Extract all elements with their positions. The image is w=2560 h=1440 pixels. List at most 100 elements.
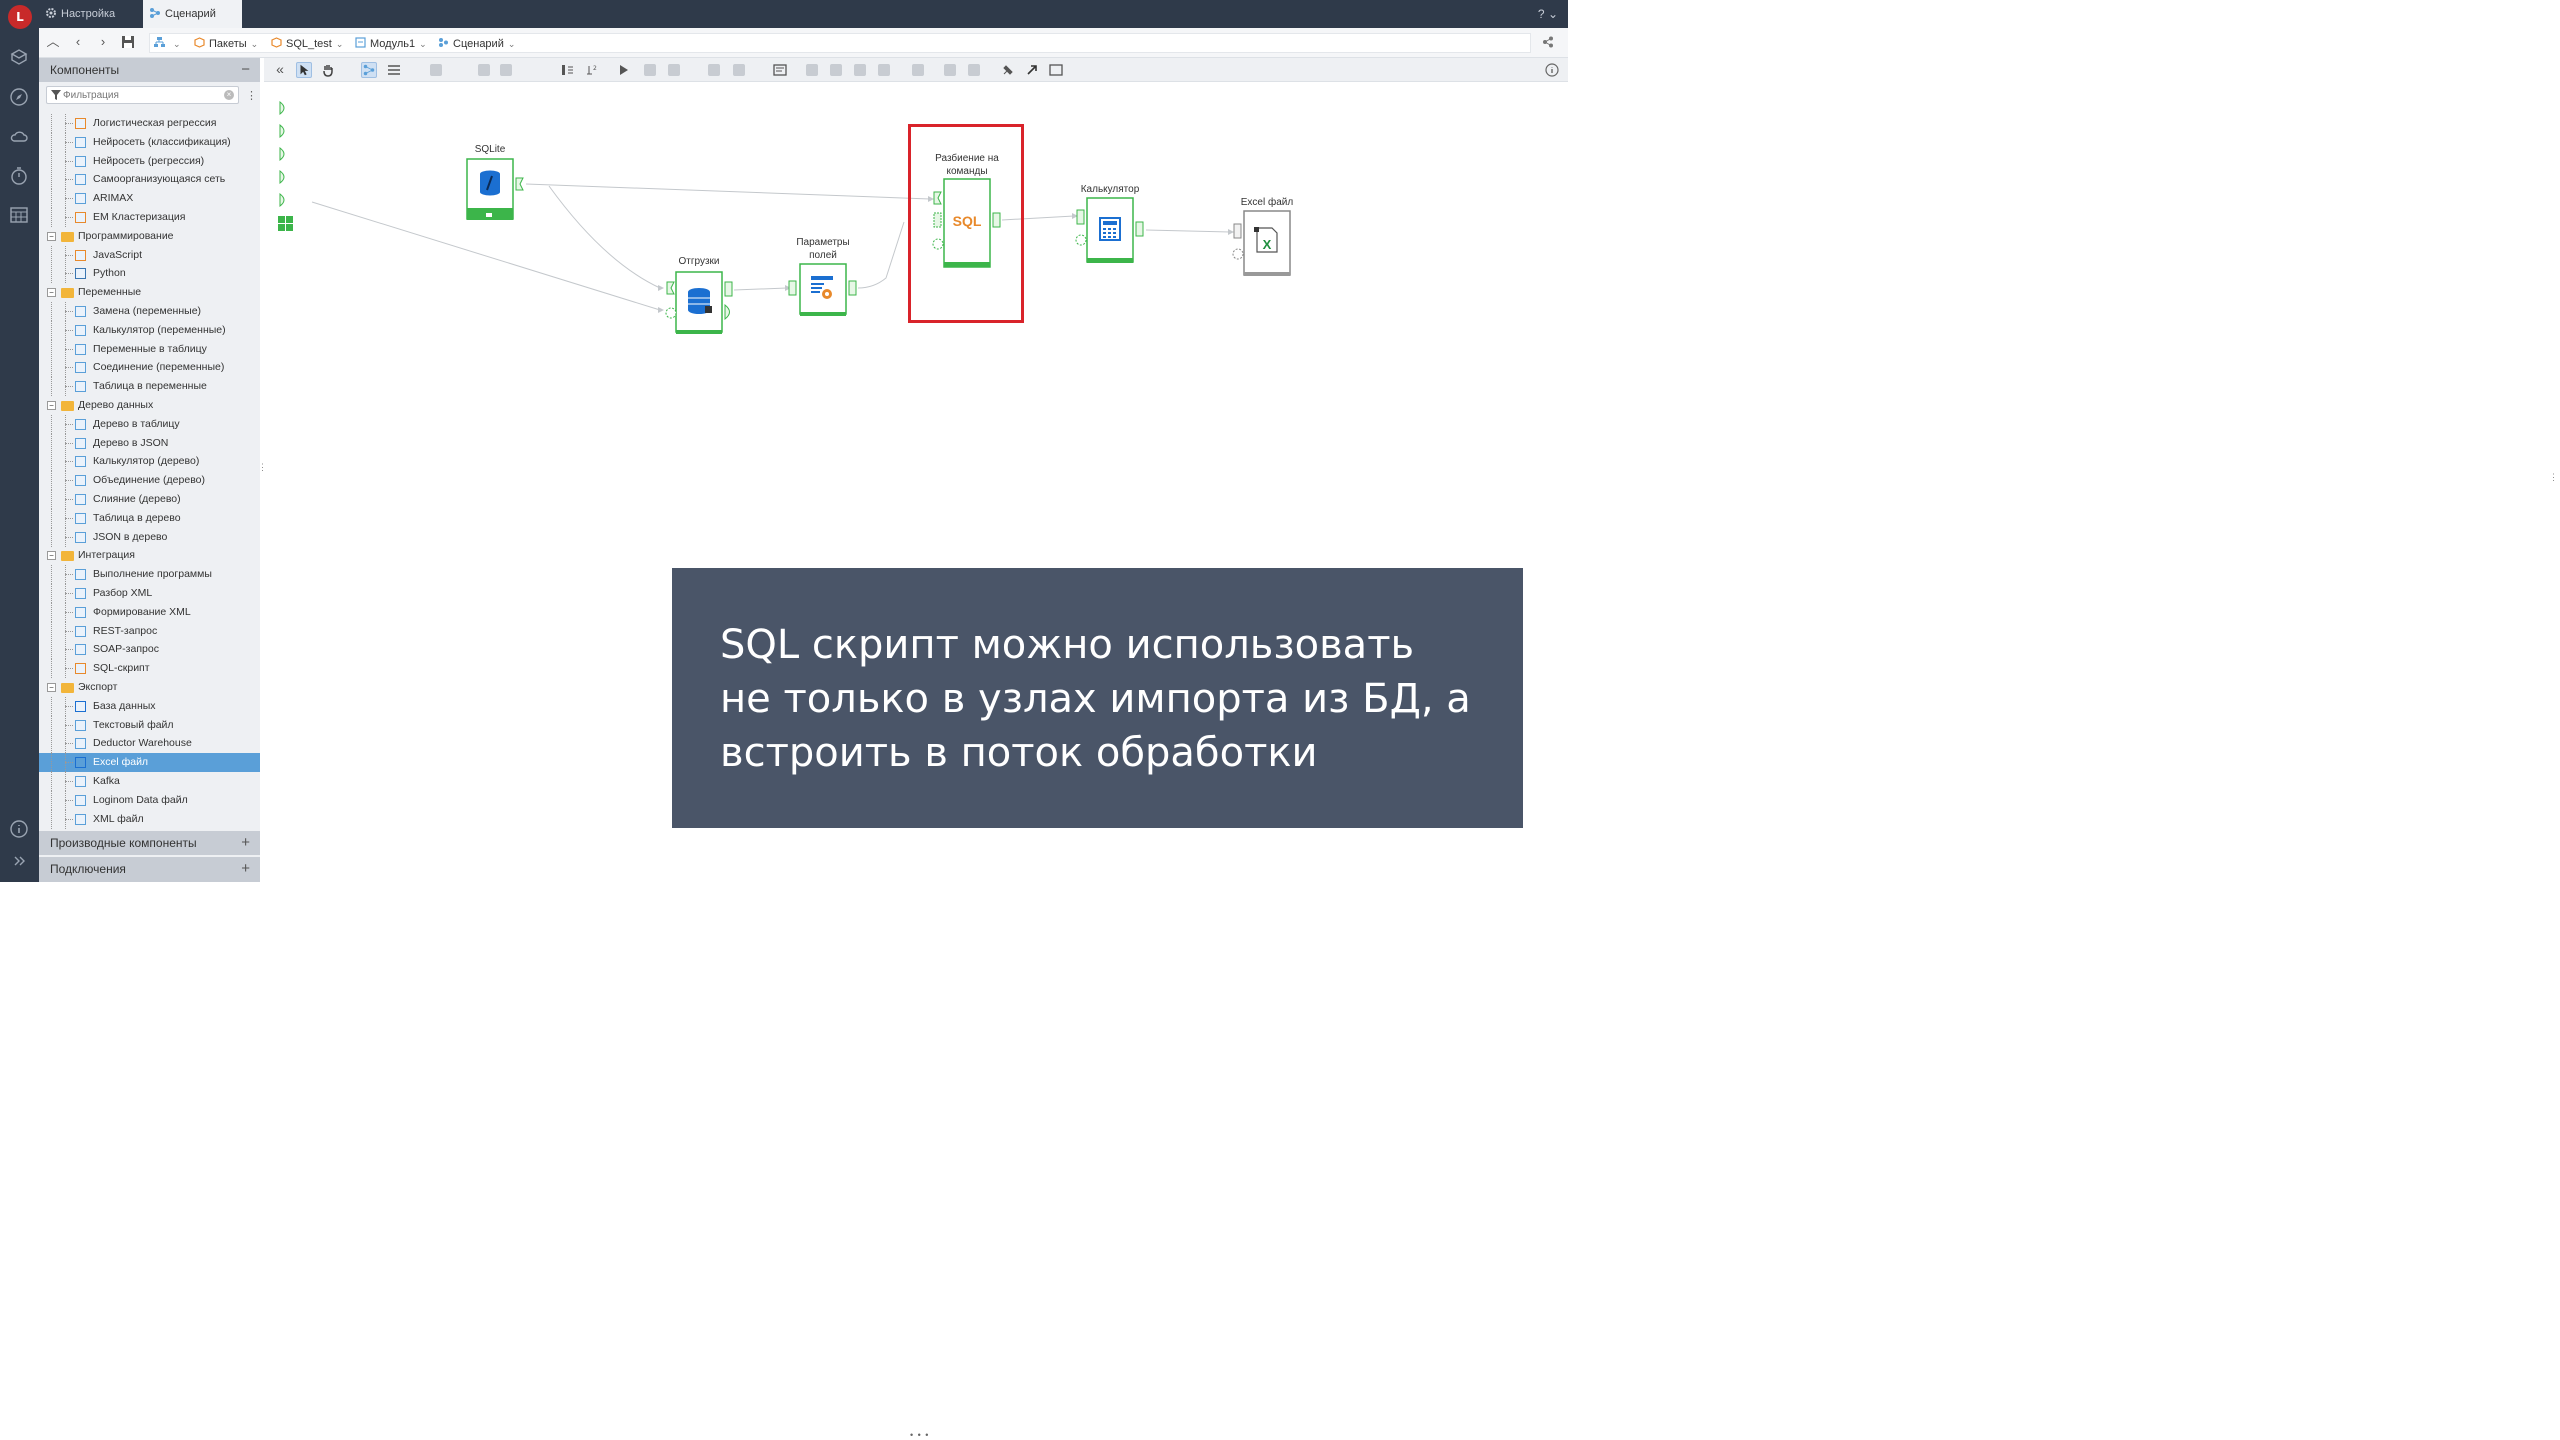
logo[interactable]: L bbox=[8, 5, 32, 29]
pin-icon[interactable] bbox=[1000, 62, 1016, 78]
tree-item[interactable]: Переменные в таблицу bbox=[39, 339, 260, 359]
compass-icon[interactable] bbox=[8, 86, 30, 108]
input-port[interactable] bbox=[788, 280, 797, 296]
tree-item[interactable]: Дерево в таблицу bbox=[39, 414, 260, 434]
components-header[interactable]: Компоненты − bbox=[39, 58, 260, 82]
more-options-icon[interactable]: ⋮ bbox=[246, 89, 257, 102]
tree-folder[interactable]: − Экспорт bbox=[39, 678, 260, 697]
connections-header[interactable]: Подключения + bbox=[39, 857, 260, 882]
settings-icon[interactable] bbox=[708, 64, 720, 76]
list-view-icon[interactable] bbox=[386, 62, 402, 78]
output-port[interactable] bbox=[515, 177, 524, 191]
step-icon[interactable] bbox=[668, 64, 680, 76]
expand-icon[interactable] bbox=[8, 850, 30, 872]
timer-icon[interactable] bbox=[8, 165, 30, 187]
tree-item[interactable]: Соединение (переменные) bbox=[39, 358, 260, 378]
collapse-toggle-icon[interactable]: − bbox=[47, 231, 56, 241]
expand-plus-icon[interactable]: + bbox=[241, 831, 250, 855]
derived-components-header[interactable]: Производные компоненты + bbox=[39, 831, 260, 855]
group-icon[interactable] bbox=[500, 64, 512, 76]
collapse-toggle-icon[interactable]: − bbox=[47, 288, 56, 298]
collapse-toggle-icon[interactable]: − bbox=[47, 401, 56, 410]
forward-icon[interactable]: › bbox=[94, 33, 112, 51]
stop-icon[interactable] bbox=[644, 64, 656, 76]
node-sqlite[interactable]: SQLite bbox=[466, 144, 524, 220]
tree-item[interactable]: Kafka bbox=[39, 772, 260, 791]
note-icon[interactable] bbox=[772, 62, 788, 78]
tree-item[interactable]: Логистическая регрессия bbox=[39, 114, 260, 133]
unlink-icon[interactable] bbox=[968, 64, 980, 76]
node-shipments[interactable]: Отгрузки bbox=[665, 256, 733, 334]
sort-icon[interactable]: 2 bbox=[584, 62, 600, 78]
output-port[interactable] bbox=[848, 280, 857, 296]
breadcrumb-sql-test[interactable]: SQL_test ⌄ bbox=[271, 37, 343, 50]
tree-item[interactable]: Excel файл bbox=[39, 753, 260, 773]
tree-item[interactable]: Python bbox=[39, 264, 260, 284]
right-panel-handle[interactable]: ⋮ bbox=[2549, 472, 2558, 483]
tree-item[interactable]: База данных bbox=[39, 696, 260, 716]
tree-item[interactable]: XML файл bbox=[39, 809, 260, 829]
save-icon[interactable] bbox=[119, 33, 137, 51]
help-icon[interactable]: ? ⌄ bbox=[1538, 7, 1558, 21]
expand-plus-icon[interactable]: + bbox=[241, 857, 250, 881]
tree-item[interactable]: SOAP-запрос bbox=[39, 640, 260, 660]
output-port[interactable] bbox=[724, 303, 730, 321]
tree-item[interactable]: Объединение (дерево) bbox=[39, 471, 260, 491]
tree-item[interactable]: Таблица в переменные bbox=[39, 377, 260, 397]
tree-item[interactable]: Выполнение программы bbox=[39, 565, 260, 585]
calendar-icon[interactable] bbox=[8, 204, 30, 226]
align-icon[interactable] bbox=[430, 64, 442, 76]
port-icon[interactable] bbox=[560, 62, 576, 78]
output-port[interactable] bbox=[724, 281, 733, 297]
debug-icon[interactable] bbox=[733, 64, 745, 76]
collapse-panel-icon[interactable]: « bbox=[272, 62, 288, 78]
copy-icon[interactable] bbox=[830, 64, 842, 76]
tree-folder[interactable]: − Переменные bbox=[39, 283, 260, 302]
input-port[interactable] bbox=[1076, 209, 1085, 225]
node-excel-file[interactable]: Excel файл X bbox=[1232, 196, 1293, 276]
tree-item[interactable]: EM Кластеризация bbox=[39, 208, 260, 227]
control-port[interactable] bbox=[1232, 248, 1244, 260]
tree-item[interactable]: ARIMAX bbox=[39, 189, 260, 209]
node-field-params[interactable]: Параметры полей bbox=[788, 237, 857, 316]
breadcrumb-root[interactable]: ⌄ bbox=[154, 37, 181, 50]
cut-icon[interactable] bbox=[806, 64, 818, 76]
tree-item[interactable]: Таблица в дерево bbox=[39, 508, 260, 528]
tree-item[interactable]: Самоорганизующаяся сеть bbox=[39, 170, 260, 190]
tree-item[interactable]: Loginom Data файл bbox=[39, 790, 260, 810]
collapse-icon[interactable]: − bbox=[241, 58, 250, 82]
tree-item[interactable]: Замена (переменные) bbox=[39, 302, 260, 321]
tree-item[interactable]: JavaScript bbox=[39, 245, 260, 265]
node-calculator[interactable]: Калькулятор bbox=[1075, 184, 1144, 263]
input-port[interactable] bbox=[666, 281, 675, 295]
collapse-toggle-icon[interactable]: − bbox=[47, 683, 56, 692]
tree-item[interactable]: Нейросеть (регрессия) bbox=[39, 151, 260, 171]
back-icon[interactable]: ‹ bbox=[69, 33, 87, 51]
duplicate-icon[interactable] bbox=[878, 64, 890, 76]
scenario-input-ports[interactable] bbox=[279, 100, 285, 208]
run-icon[interactable] bbox=[616, 62, 632, 78]
share-icon[interactable] bbox=[1542, 36, 1554, 48]
tree-item[interactable]: SQL-скрипт bbox=[39, 659, 260, 679]
tree-folder[interactable]: − Интеграция bbox=[39, 546, 260, 565]
input-port[interactable] bbox=[1233, 223, 1242, 239]
up-icon[interactable]: ︿ bbox=[44, 33, 62, 51]
tree-item[interactable]: JSON в дерево bbox=[39, 527, 260, 547]
tab-scenario[interactable]: Сценарий bbox=[143, 0, 242, 28]
arrange-icon[interactable] bbox=[478, 64, 490, 76]
tree-item[interactable]: Калькулятор (переменные) bbox=[39, 320, 260, 340]
filter-input[interactable] bbox=[63, 88, 223, 102]
grid-icon[interactable] bbox=[278, 216, 293, 231]
export-icon[interactable] bbox=[1024, 62, 1040, 78]
info-icon[interactable] bbox=[8, 818, 30, 840]
info-icon[interactable] bbox=[1544, 62, 1560, 78]
graph-view-icon[interactable] bbox=[361, 62, 377, 78]
tree-item[interactable]: Deductor Warehouse bbox=[39, 734, 260, 754]
clear-filter-icon[interactable]: × bbox=[224, 90, 234, 100]
cloud-icon[interactable] bbox=[8, 126, 30, 148]
breadcrumb-packages[interactable]: Пакеты ⌄ bbox=[194, 37, 258, 50]
bottom-panel-handle[interactable]: • • • bbox=[910, 1430, 929, 1440]
packages-icon[interactable] bbox=[8, 46, 30, 68]
output-port[interactable] bbox=[1135, 221, 1144, 237]
tree-item[interactable]: Формирование XML bbox=[39, 602, 260, 622]
